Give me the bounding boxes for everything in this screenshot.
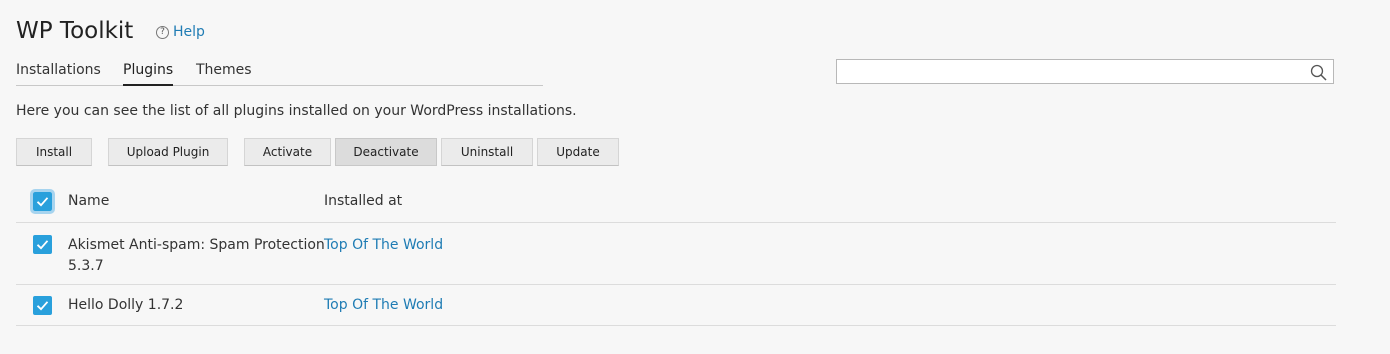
row-checkbox[interactable]: [33, 235, 52, 254]
plugins-table: Name Installed at Akismet Anti-spam: Spa…: [16, 182, 1336, 326]
plugin-version: 5.3.7: [68, 258, 104, 274]
column-header-installed-at[interactable]: Installed at: [324, 193, 402, 209]
uninstall-button[interactable]: Uninstall: [441, 138, 533, 166]
checkmark-icon: [36, 240, 49, 250]
search-icon[interactable]: [1310, 64, 1327, 81]
tab-plugins[interactable]: Plugins: [123, 62, 174, 86]
select-all-checkbox[interactable]: [30, 189, 55, 214]
update-button[interactable]: Update: [537, 138, 619, 166]
column-header-name[interactable]: Name: [68, 193, 109, 209]
plugin-name: Hello Dolly 1.7.2: [68, 297, 184, 313]
plugin-name: Akismet Anti-spam: Spam Protection 5.3.7: [68, 235, 325, 277]
activate-button[interactable]: Activate: [244, 138, 331, 166]
table-row: Hello Dolly 1.7.2 Top Of The World: [16, 285, 1336, 326]
tab-themes[interactable]: Themes: [196, 62, 252, 84]
install-button[interactable]: Install: [16, 138, 92, 166]
checkmark-icon: [36, 197, 49, 207]
page-description: Here you can see the list of all plugins…: [16, 103, 577, 119]
tab-bar: Installations Plugins Themes: [16, 56, 543, 86]
row-checkbox[interactable]: [33, 296, 52, 315]
deactivate-button[interactable]: Deactivate: [335, 138, 437, 166]
plugin-name-line: Akismet Anti-spam: Spam Protection: [68, 237, 325, 253]
table-row: Akismet Anti-spam: Spam Protection 5.3.7…: [16, 223, 1336, 285]
question-circle-icon: ?: [156, 25, 169, 39]
search-box: [836, 59, 1334, 84]
wp-toolkit-page: WP Toolkit ? Help Installations Plugins …: [0, 0, 1390, 354]
table-header-row: Name Installed at: [16, 182, 1336, 223]
help-label: Help: [173, 24, 205, 40]
tab-installations[interactable]: Installations: [16, 62, 101, 84]
upload-plugin-button[interactable]: Upload Plugin: [108, 138, 228, 166]
page-title: WP Toolkit: [16, 18, 134, 44]
help-link[interactable]: ? Help: [156, 24, 205, 40]
checkmark-icon: [36, 301, 49, 311]
search-input[interactable]: [841, 60, 1305, 84]
installation-link[interactable]: Top Of The World: [324, 235, 443, 256]
installation-link[interactable]: Top Of The World: [324, 295, 443, 316]
